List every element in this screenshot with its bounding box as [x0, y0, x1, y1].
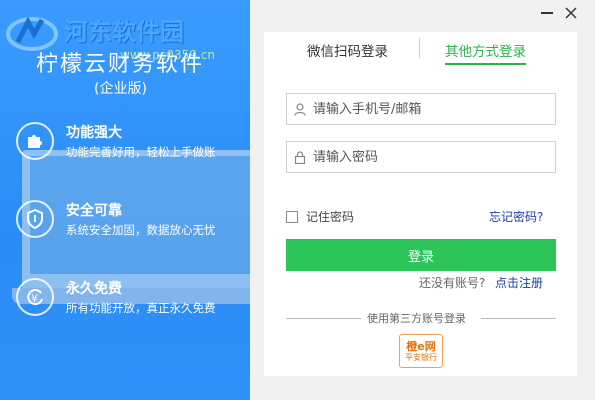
remember-label: 记住密码 [306, 210, 355, 224]
watermark-site-name: 河东软件园 [64, 17, 184, 46]
feature-title: 功能强大 [66, 125, 122, 141]
yen-cycle-icon: ¥ [16, 278, 54, 316]
feature-desc: 系统安全加固，数据放心无忧 [66, 223, 216, 237]
phone-email-input[interactable] [313, 101, 543, 117]
app-edition: (企业版) [94, 81, 147, 97]
puzzle-icon [16, 122, 54, 160]
feature-secure: 安全可靠 系统安全加固，数据放心无忧 [16, 200, 246, 244]
feature-title: 安全可靠 [66, 203, 122, 219]
minimize-button[interactable] [537, 4, 557, 22]
tab-wechat-login[interactable]: 微信扫码登录 [307, 40, 388, 60]
divider-right [481, 318, 556, 319]
close-button[interactable] [561, 3, 581, 23]
phone-email-field[interactable] [286, 93, 556, 125]
divider-left [286, 318, 361, 319]
pingan-login-button[interactable]: 橙e网 平安银行 [399, 334, 443, 368]
feature-free: ¥ 永久免费 所有功能开放，真正永久免费 [16, 278, 246, 322]
user-icon [287, 102, 313, 116]
password-input[interactable] [313, 149, 543, 165]
feature-desc: 功能完善好用，轻松上手做账 [66, 145, 216, 159]
login-card: 微信扫码登录 其他方式登录 记住密码 忘记密码? 登录 还没有账号? 点击注册 … [264, 32, 577, 376]
register-link[interactable]: 点击注册 [495, 274, 543, 291]
feature-desc: 所有功能开放，真正永久免费 [66, 301, 216, 315]
login-button[interactable]: 登录 [286, 239, 556, 271]
feature-title: 永久免费 [66, 281, 122, 297]
tab-other-login[interactable]: 其他方式登录 [445, 40, 526, 65]
app-title: 柠檬云财务软件 [36, 52, 205, 77]
third-party-label: 使用第三方账号登录 [367, 312, 466, 325]
tab-divider [419, 38, 420, 58]
svg-text:¥: ¥ [31, 292, 38, 305]
pingan-logo-text: 橙e网 [406, 339, 436, 353]
pingan-bank-text: 平安银行 [405, 352, 437, 362]
lock-icon [287, 150, 313, 164]
promo-panel: 河东软件园 www.pc0359.cn 柠檬云财务软件 (企业版) 功能强大 功… [0, 0, 250, 400]
remember-password[interactable]: 记住密码 [286, 208, 354, 225]
password-field[interactable] [286, 141, 556, 173]
minimize-icon [541, 12, 553, 14]
feature-powerful: 功能强大 功能完善好用，轻松上手做账 [16, 122, 246, 166]
no-account-text: 还没有账号? [419, 276, 486, 290]
remember-checkbox[interactable] [286, 210, 298, 223]
close-icon [565, 7, 577, 19]
shield-icon [16, 200, 54, 238]
forgot-password-link[interactable]: 忘记密码? [489, 208, 543, 225]
